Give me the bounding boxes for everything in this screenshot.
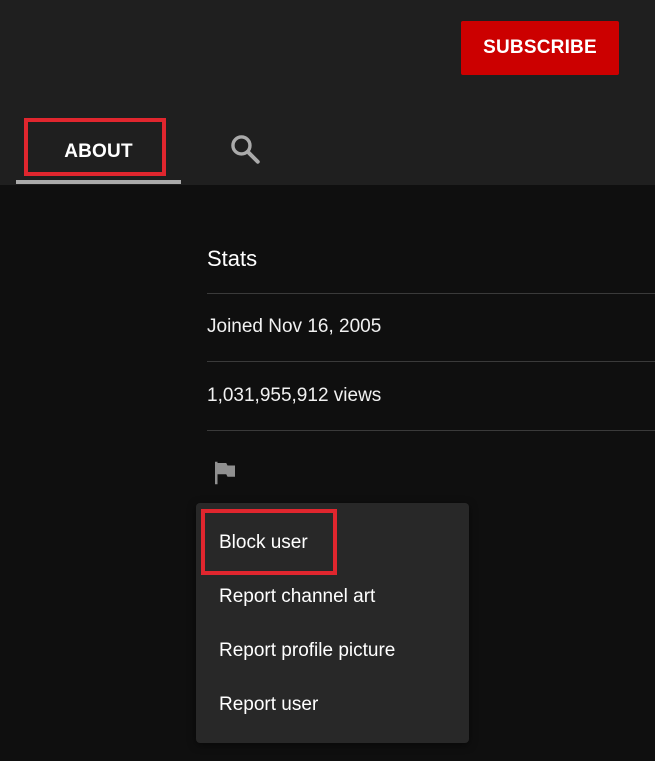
menu-item-report-channel-art[interactable]: Report channel art <box>196 570 469 624</box>
tab-about[interactable]: ABOUT <box>16 118 181 185</box>
joined-date: Joined Nov 16, 2005 <box>207 316 382 337</box>
divider <box>207 430 655 431</box>
divider <box>207 361 655 362</box>
menu-item-label: Report user <box>219 694 319 715</box>
channel-header: SUBSCRIBE ABOUT <box>0 0 655 185</box>
menu-item-report-user[interactable]: Report user <box>196 678 469 732</box>
stats-title: Stats <box>207 246 258 271</box>
tab-about-label: ABOUT <box>64 140 133 162</box>
menu-item-label: Report profile picture <box>219 640 396 661</box>
tab-selected-indicator <box>16 180 181 184</box>
divider <box>207 293 655 294</box>
view-count: 1,031,955,912 views <box>207 385 382 406</box>
menu-item-block-user[interactable]: Block user <box>196 516 469 570</box>
menu-item-report-profile-picture[interactable]: Report profile picture <box>196 624 469 678</box>
search-icon[interactable] <box>228 132 262 166</box>
menu-item-label: Report channel art <box>219 586 376 607</box>
flag-icon[interactable] <box>210 458 240 488</box>
menu-item-label: Block user <box>219 532 308 553</box>
subscribe-button[interactable]: SUBSCRIBE <box>461 21 619 75</box>
report-menu: Block user Report channel art Report pro… <box>196 503 469 743</box>
